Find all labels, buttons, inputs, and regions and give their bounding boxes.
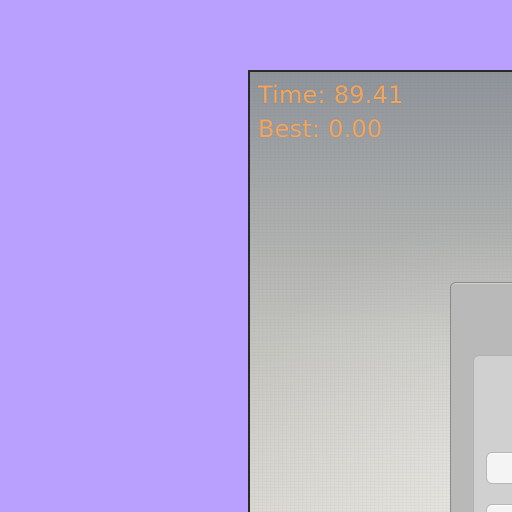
- panel-button-1[interactable]: [486, 452, 512, 484]
- page-background: Time: 89.41 Best: 0.00: [0, 0, 512, 512]
- hud-best-row: Best: 0.00: [258, 112, 404, 146]
- hud-overlay: Time: 89.41 Best: 0.00: [258, 78, 404, 146]
- panel-button-2[interactable]: [486, 504, 512, 512]
- hud-time-value: 89.41: [333, 81, 404, 109]
- hud-time-label: Time:: [258, 81, 326, 109]
- hud-time-row: Time: 89.41: [258, 78, 404, 112]
- hud-best-label: Best:: [258, 115, 321, 143]
- side-panel: [450, 282, 512, 512]
- side-panel-inner: [473, 355, 512, 512]
- hud-best-value: 0.00: [328, 115, 383, 143]
- game-viewport[interactable]: Time: 89.41 Best: 0.00: [248, 70, 512, 512]
